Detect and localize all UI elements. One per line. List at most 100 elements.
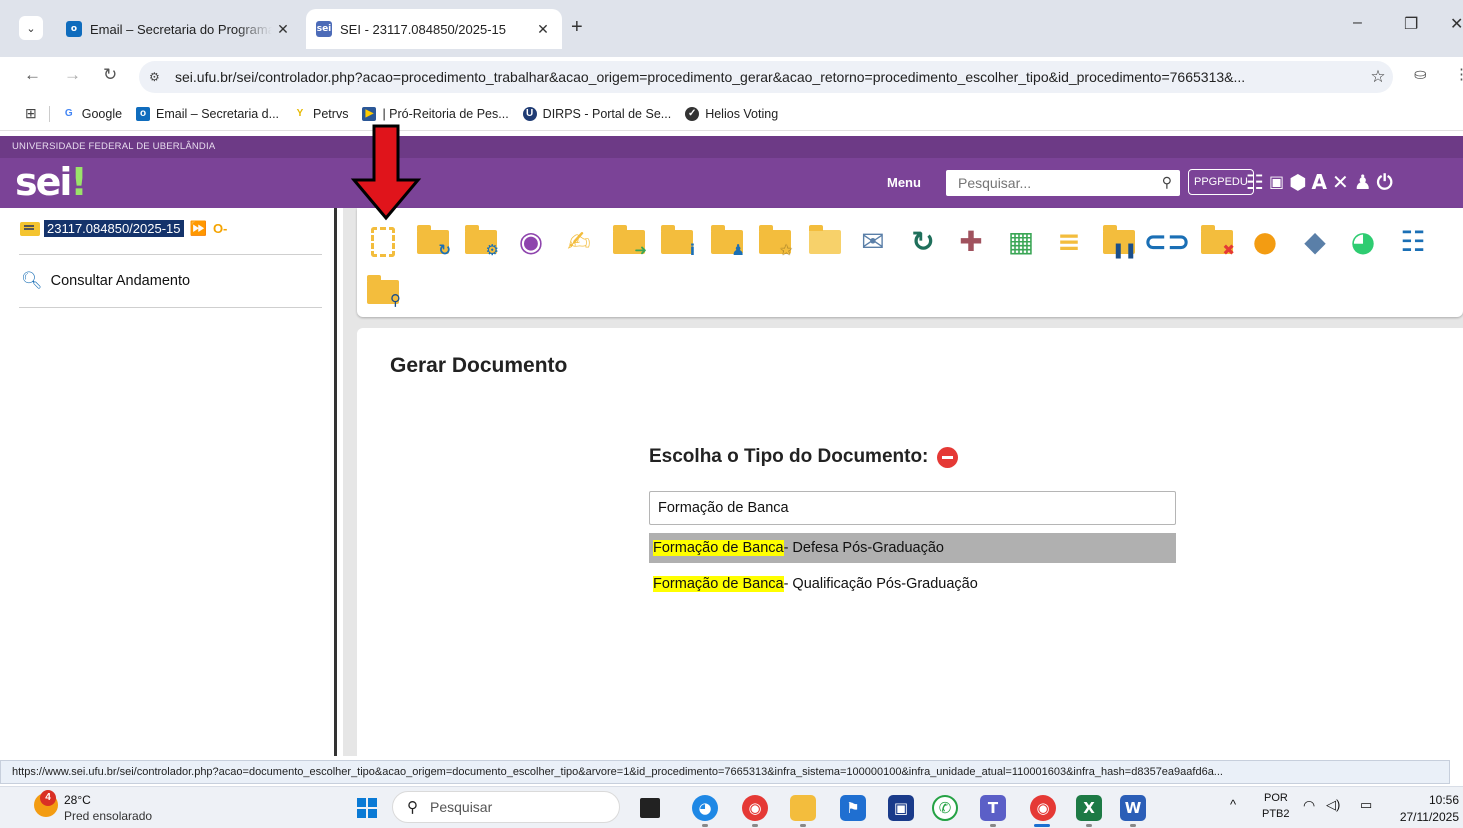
key-icon[interactable]: O‑ [213,221,227,236]
windows-start-icon[interactable] [357,798,377,818]
excluir-icon[interactable]: ✖ [1199,224,1235,260]
bookmark-google[interactable]: G Google [62,107,122,121]
chrome-icon[interactable]: ◉ [1030,795,1056,821]
prazo-icon[interactable]: ◕ [1345,224,1381,260]
chrome-icon[interactable]: ◉ [742,795,768,821]
incluir-documento-icon[interactable] [365,224,401,260]
red-arrow-annotation [350,124,422,221]
atualizar-andamento-icon[interactable]: ↻ [415,224,451,260]
app-icon[interactable]: ⚑ [840,795,866,821]
anotacoes-icon[interactable]: ≡ [1051,224,1087,260]
relacionar-icon[interactable]: ↻ [905,224,941,260]
search-icon[interactable]: ⚲ [1162,174,1172,191]
bookmark-email[interactable]: o Email – Secretaria d... [136,106,279,121]
keyboard-icon[interactable]: ▣ [1269,169,1284,195]
battery-icon[interactable]: ▭ [1360,797,1372,813]
lista-icon[interactable]: ☷ [1395,224,1431,260]
unit-selector[interactable]: PPGPEDU [1188,169,1254,195]
browser-menu-icon[interactable]: ⋮ [1454,65,1463,83]
bookmark-dirps[interactable]: U DIRPS - Portal de Se... [522,106,671,121]
enviar-processo-icon[interactable]: ➜ [611,224,647,260]
document-type-filter-input[interactable] [649,491,1176,525]
marcador-icon[interactable]: ◆ [1297,224,1333,260]
temperature[interactable]: 28°C [64,793,91,807]
address-bar[interactable]: ⚙ sei.ufu.br/sei/controlador.php?acao=pr… [139,61,1393,93]
excel-icon[interactable]: X [1076,795,1102,821]
suggestion-qualificacao[interactable]: Formação de Banca - Qualificação Pós-Gra… [649,569,1176,599]
tray-chevron-icon[interactable]: ^ [1230,797,1236,812]
volume-icon[interactable]: ◁) [1326,797,1340,813]
bookmark-progep[interactable]: ▶ | Pró-Reitoria de Pes... [362,106,509,121]
back-icon[interactable]: ← [24,65,41,85]
store-icon[interactable]: ▣ [888,795,914,821]
favorito-icon[interactable]: ★ [757,224,793,260]
font-size-icon[interactable]: A [1312,169,1327,195]
bookmark-star-icon[interactable]: ☆ [1363,67,1393,87]
assinar-icon[interactable]: ✍ [561,224,597,260]
minimize-button[interactable]: – [1353,14,1362,32]
unidades-icon[interactable]: ▦ [1003,224,1039,260]
menu-link[interactable]: Menu [887,175,921,190]
badge-icon[interactable]: ⬢ [1289,169,1306,195]
tab-email[interactable]: o Email – Secretaria do Programa ✕ [56,10,302,48]
bookmark-petrvs[interactable]: Y Petrvs [293,107,349,121]
file-explorer-icon[interactable] [790,795,816,821]
main-panel: Gerar Documento Escolha o Tipo do Docume… [357,328,1463,756]
keyboard-layout[interactable]: PTB2 [1262,808,1290,820]
close-window-button[interactable]: ✕ [1450,14,1463,34]
comentario-icon[interactable]: ● [1247,224,1283,260]
search-input[interactable] [946,170,1146,196]
bookmark-helios[interactable]: ✓ Helios Voting [685,106,778,121]
word-icon[interactable]: W [1120,795,1146,821]
process-number[interactable]: 23117.084850/2025-15 [44,220,184,237]
language-code[interactable]: POR [1264,792,1288,804]
power-icon[interactable]: ⏻ [1377,169,1393,195]
atribuir-icon[interactable]: ♟ [709,224,745,260]
expand-icon[interactable]: ⏩ [190,220,207,237]
gerenciar-acesso-icon[interactable]: ⚙ [463,224,499,260]
match-text: Formação de Banca [653,540,784,556]
sei-top-strip: UNIVERSIDADE FEDERAL DE UBERLÂNDIA [0,136,1463,158]
suggestion-defesa[interactable]: Formação de Banca - Defesa Pós-Graduação [649,533,1176,563]
minus-icon[interactable] [937,446,959,468]
teams-icon[interactable]: T [980,795,1006,821]
link-icon[interactable]: ⊂⊃ [1144,224,1191,260]
task-view-icon[interactable] [640,798,660,818]
clock[interactable]: 10:56 27/11/2025 [1397,792,1459,826]
reload-icon[interactable]: ↻ [103,65,117,85]
whatsapp-icon[interactable]: ✆ [932,795,958,821]
university-name: UNIVERSIDADE FEDERAL DE UBERLÂNDIA [12,141,216,152]
sei-header: sei! Menu ⚲ PPGPEDU ☷ ▣ ⬢ A ✕ ♟ ⏻ [0,158,1463,208]
taskbar-search[interactable]: ⚲ Pesquisar [392,791,620,823]
running-indicator [990,824,996,827]
acompanhamento-icon[interactable]: ◉ [513,224,549,260]
close-icon[interactable]: ✕ [272,21,294,38]
informacoes-icon[interactable]: i [659,224,695,260]
extension-icon[interactable]: ⛀ [1414,65,1427,83]
anexar-icon[interactable]: ✚ [953,224,989,260]
close-icon[interactable]: ✕ [532,21,554,38]
restore-button[interactable]: ❐ [1404,14,1418,34]
copilot-icon[interactable]: ◕ [692,795,718,821]
pausar-icon[interactable]: ❚❚ [1101,224,1137,260]
user-icon[interactable]: ♟ [1354,169,1372,195]
suggestion-text: - Defesa Pós-Graduação [783,540,944,556]
petrvs-icon: Y [296,108,304,119]
tab-sei[interactable]: sei SEI - 23117.084850/2025-15 ✕ [306,9,562,49]
consultar-andamento-link[interactable]: 🔍︎ Consultar Andamento [21,271,190,291]
tools-icon[interactable]: ✕ [1332,169,1349,195]
new-tab-button[interactable]: + [571,16,583,39]
tab-search-button[interactable]: ⌄ [19,16,43,40]
enviar-email-icon[interactable]: ✉ [855,224,891,260]
sei-logo[interactable]: sei! [15,160,88,204]
suggestion-text: - Qualificação Pós-Graduação [783,576,978,592]
sobrestar-icon[interactable] [807,224,843,260]
pesquisar-processo-icon[interactable]: ⚲ [365,274,401,310]
process-row[interactable]: 23117.084850/2025-15 ⏩ O‑ [20,220,227,237]
weather-condition[interactable]: Pred ensolarado [64,809,152,823]
site-info-icon[interactable]: ⚙ [149,70,169,84]
wifi-icon[interactable]: ◠ [1303,797,1315,814]
list-icon[interactable]: ☷ [1246,169,1264,195]
forward-icon[interactable]: → [64,65,81,85]
apps-grid-icon[interactable]: ⊞ [25,105,37,122]
